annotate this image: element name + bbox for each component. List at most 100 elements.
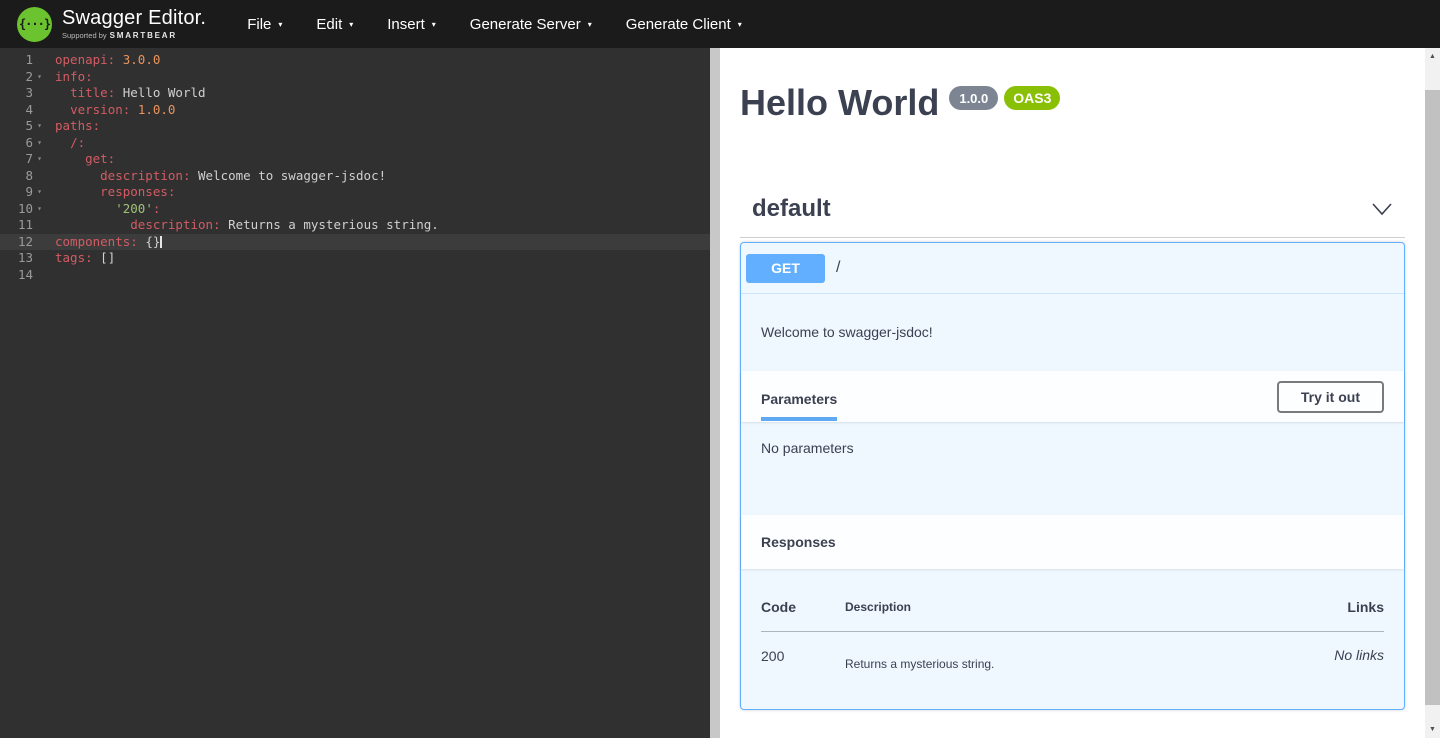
fold-spacer: [33, 52, 46, 69]
editor-gutter: 6▾: [0, 135, 46, 152]
fold-arrow-icon[interactable]: ▾: [33, 184, 46, 201]
code-token: info:: [55, 69, 93, 84]
code-text: description: Returns a mysterious string…: [46, 217, 439, 234]
col-header-description: Description: [845, 585, 1294, 632]
editor-line: 14: [0, 267, 710, 284]
code-token: responses:: [100, 184, 175, 199]
code-text: responses:: [46, 184, 175, 201]
editor-line: 1openapi: 3.0.0: [0, 52, 710, 69]
code-token: [55, 151, 85, 166]
editor-gutter: 2▾: [0, 69, 46, 86]
smartbear-wordmark: SMARTBEAR: [110, 31, 177, 40]
brand-tagline: Supported bySMARTBEAR: [62, 31, 206, 40]
code-token: [55, 102, 70, 117]
menu-insert[interactable]: Insert▾: [370, 0, 453, 48]
editor-line: 13 tags: []: [0, 250, 710, 267]
swagger-braces-icon: {···}: [17, 7, 52, 42]
scrollbar-down-arrow-icon[interactable]: ▼: [1425, 721, 1440, 738]
response-links: No links: [1294, 632, 1384, 710]
editor-gutter: 14: [0, 267, 46, 284]
code-token: Welcome to swagger-jsdoc!: [190, 168, 386, 183]
editor-line: 4 version: 1.0.0: [0, 102, 710, 119]
brand-name: Swagger Editor.: [62, 8, 206, 28]
menu-caret-icon: ▾: [349, 20, 353, 29]
fold-arrow-icon[interactable]: ▾: [33, 151, 46, 168]
responses-title: Responses: [761, 534, 836, 550]
api-header: Hello World 1.0.0 OAS3: [740, 85, 1405, 121]
code-text: title: Hello World: [46, 85, 206, 102]
editor-line: 8 description: Welcome to swagger-jsdoc!: [0, 168, 710, 185]
response-description: Returns a mysterious string.: [845, 632, 1294, 710]
fold-spacer: [33, 102, 46, 119]
fold-arrow-icon[interactable]: ▾: [33, 135, 46, 152]
col-header-links: Links: [1294, 585, 1384, 632]
fold-spacer: [33, 250, 46, 267]
responses-header: Responses: [741, 515, 1404, 569]
code-token: 1.0.0: [138, 102, 176, 117]
line-number: 13: [0, 250, 33, 267]
editor-line: 5▾ paths:: [0, 118, 710, 135]
code-token: description:: [130, 217, 220, 232]
code-token: paths:: [55, 118, 100, 133]
try-it-out-button[interactable]: Try it out: [1277, 381, 1384, 413]
fold-arrow-icon[interactable]: ▾: [33, 201, 46, 218]
code-token: get:: [85, 151, 115, 166]
menu-file[interactable]: File▾: [230, 0, 299, 48]
parameters-header: Parameters Try it out: [741, 371, 1404, 422]
code-token: [55, 184, 100, 199]
code-text: info:: [46, 69, 93, 86]
scrollbar-thumb[interactable]: [1425, 90, 1440, 705]
fold-arrow-icon[interactable]: ▾: [33, 118, 46, 135]
editor-line: 6▾ /:: [0, 135, 710, 152]
preview-panel: Hello World 1.0.0 OAS3 default GET / Wel…: [720, 48, 1425, 738]
fold-arrow-icon[interactable]: ▾: [33, 69, 46, 86]
menu-label: Generate Client: [626, 16, 731, 33]
responses-table: Code Description Links 200 Returns a mys…: [761, 585, 1384, 709]
line-number: 2: [0, 69, 33, 86]
code-token: [55, 85, 70, 100]
line-number: 5: [0, 118, 33, 135]
code-text: get:: [46, 151, 115, 168]
code-token: version:: [70, 102, 130, 117]
parameters-body: No parameters: [741, 422, 1404, 515]
code-token: []: [93, 250, 116, 265]
vertical-scrollbar[interactable]: ▲ ▼: [1425, 48, 1440, 738]
yaml-editor[interactable]: 1openapi: 3.0.02▾info:3 title: Hello Wor…: [0, 48, 710, 738]
line-number: 7: [0, 151, 33, 168]
menu-label: Generate Server: [470, 16, 581, 33]
editor-gutter: 13: [0, 250, 46, 267]
editor-line: 9▾ responses:: [0, 184, 710, 201]
text-cursor: [160, 236, 162, 248]
menu-generate-client[interactable]: Generate Client ▾: [609, 0, 759, 48]
code-token: tags:: [55, 250, 93, 265]
menu-edit[interactable]: Edit▾: [299, 0, 370, 48]
responses-table-header-row: Code Description Links: [761, 585, 1384, 632]
oas3-badge: OAS3: [1004, 86, 1060, 110]
parameters-tab[interactable]: Parameters: [761, 391, 837, 421]
chevron-down-icon[interactable]: [1371, 200, 1393, 218]
response-row: 200 Returns a mysterious string. No link…: [761, 632, 1384, 710]
col-header-code: Code: [761, 585, 845, 632]
scrollbar-up-arrow-icon[interactable]: ▲: [1425, 48, 1440, 65]
menu-caret-icon: ▾: [738, 20, 742, 29]
tag-section-header[interactable]: default: [740, 195, 1405, 238]
editor-gutter: 11: [0, 217, 46, 234]
editor-gutter: 8: [0, 168, 46, 185]
editor-line: 2▾ info:: [0, 69, 710, 86]
pane-splitter[interactable]: [710, 48, 720, 738]
editor-line: 11 description: Returns a mysterious str…: [0, 217, 710, 234]
line-number: 11: [0, 217, 33, 234]
menu-generate-server[interactable]: Generate Server▾: [453, 0, 609, 48]
topbar: {···} Swagger Editor. Supported bySMARTB…: [0, 0, 1440, 48]
operation-summary[interactable]: GET /: [741, 243, 1404, 294]
no-parameters-text: No parameters: [761, 440, 854, 456]
code-text: /:: [46, 135, 85, 152]
tagline-prefix: Supported by: [62, 31, 107, 40]
line-number: 1: [0, 52, 33, 69]
code-token: [55, 201, 115, 216]
menu-caret-icon: ▾: [278, 20, 282, 29]
api-title: Hello World: [740, 85, 939, 121]
api-badges: 1.0.0 OAS3: [949, 86, 1060, 110]
editor-gutter: 4: [0, 102, 46, 119]
code-token: Hello World: [115, 85, 205, 100]
